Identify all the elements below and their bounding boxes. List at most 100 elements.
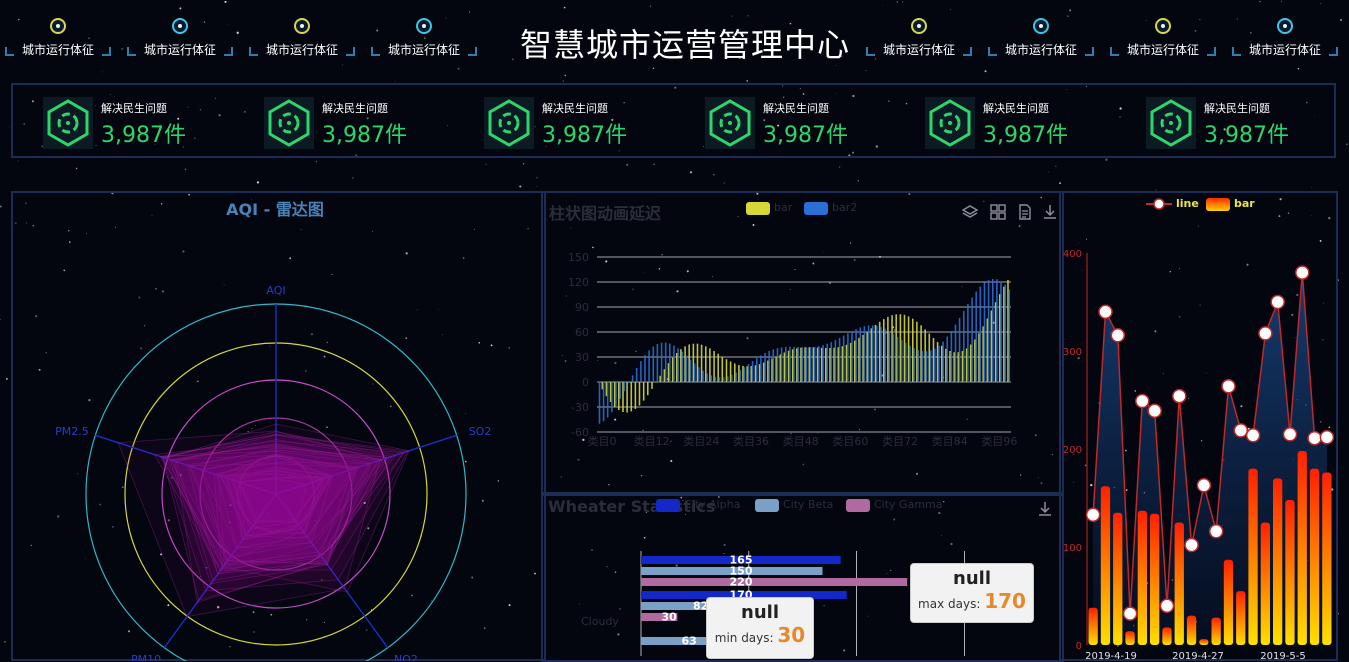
legend-city-alpha[interactable]: City Alpha	[656, 498, 740, 512]
bar-mark[interactable]	[628, 382, 630, 383]
legend-bar2[interactable]: bar2	[804, 201, 857, 215]
linebar-bar-mark[interactable]	[1113, 513, 1122, 645]
bar-mark[interactable]	[607, 382, 609, 418]
bar-mark[interactable]	[777, 348, 779, 382]
bar-mark[interactable]	[701, 345, 703, 382]
bar-mark[interactable]	[880, 327, 882, 382]
bar-mark[interactable]	[971, 298, 973, 383]
bar-mark[interactable]	[843, 336, 845, 382]
linebar-line-point[interactable]	[1210, 525, 1223, 538]
bar-mark[interactable]	[665, 343, 667, 382]
bar-mark[interactable]	[781, 347, 783, 382]
linebar-line-point[interactable]	[1308, 432, 1321, 445]
linebar-line-point[interactable]	[1124, 607, 1137, 620]
bar-mark[interactable]	[887, 317, 889, 382]
bar-mark[interactable]	[963, 311, 965, 382]
bar-mark[interactable]	[661, 343, 663, 382]
bar-mark[interactable]	[926, 351, 928, 382]
bar-mark[interactable]	[806, 347, 808, 382]
bar-mark[interactable]	[673, 346, 675, 382]
linebar-line-point[interactable]	[1259, 327, 1272, 340]
bar-mark[interactable]	[706, 373, 708, 382]
bar-mark[interactable]	[810, 347, 812, 382]
linebar-bar-mark[interactable]	[1125, 631, 1134, 645]
linebar-bar-mark[interactable]	[1322, 473, 1331, 646]
vital-sign-indicator[interactable]: 城市运行体征	[1232, 14, 1338, 64]
linebar-line-point[interactable]	[1296, 266, 1309, 279]
bar-mark[interactable]	[690, 360, 692, 382]
document-icon[interactable]	[1017, 204, 1033, 220]
linebar-bar-mark[interactable]	[1285, 500, 1294, 645]
hbar-mark[interactable]	[641, 578, 907, 586]
bar-mark[interactable]	[742, 366, 744, 382]
legend-city-gamma[interactable]: City Gamma	[846, 498, 943, 512]
bar-mark[interactable]	[930, 350, 932, 382]
bar-mark[interactable]	[884, 329, 886, 382]
download-icon[interactable]	[1037, 501, 1053, 517]
bar-mark[interactable]	[659, 376, 661, 382]
linebar-line-point[interactable]	[1247, 429, 1260, 442]
linebar-bar-mark[interactable]	[1175, 523, 1184, 646]
bar-mark[interactable]	[955, 325, 957, 382]
bar-mark[interactable]	[889, 331, 891, 382]
linebar-line-point[interactable]	[1099, 305, 1112, 318]
linebar-bar-mark[interactable]	[1101, 486, 1110, 645]
legend-bar[interactable]: bar	[746, 201, 792, 215]
bar-mark[interactable]	[992, 279, 994, 382]
linebar-bar-mark[interactable]	[1187, 616, 1196, 645]
linebar-line-point[interactable]	[1197, 479, 1210, 492]
bar-mark[interactable]	[831, 342, 833, 382]
bar-mark[interactable]	[802, 347, 804, 382]
bar-mark[interactable]	[739, 370, 741, 382]
linebar-line-point[interactable]	[1234, 424, 1247, 437]
linebar-bar-mark[interactable]	[1273, 478, 1282, 645]
bar-mark[interactable]	[996, 279, 998, 382]
bar-mark[interactable]	[804, 347, 806, 382]
linebar-bar-mark[interactable]	[1310, 469, 1319, 645]
bar-mark[interactable]	[917, 350, 919, 382]
vital-sign-indicator[interactable]: 城市运行体征	[249, 14, 355, 64]
bar-mark[interactable]	[784, 353, 786, 383]
bar-mark[interactable]	[694, 364, 696, 383]
bar-mark[interactable]	[715, 377, 717, 382]
linebar-line-point[interactable]	[1222, 380, 1235, 393]
vital-sign-indicator[interactable]: 城市运行体征	[1110, 14, 1216, 64]
bar-mark[interactable]	[942, 342, 944, 382]
bar-mark[interactable]	[929, 334, 931, 382]
bar-mark[interactable]	[855, 329, 857, 382]
bar-mark[interactable]	[648, 350, 650, 382]
linebar-bar-mark[interactable]	[1298, 451, 1307, 645]
bar-mark[interactable]	[826, 344, 828, 382]
bar-mark[interactable]	[946, 337, 948, 382]
bar-mark[interactable]	[1009, 290, 1011, 383]
bar-mark[interactable]	[611, 382, 613, 412]
bar-mark[interactable]	[876, 326, 878, 382]
bar-mark[interactable]	[680, 349, 682, 382]
bar-mark[interactable]	[636, 368, 638, 382]
vital-sign-indicator[interactable]: 城市运行体征	[5, 14, 111, 64]
bar-mark[interactable]	[913, 348, 915, 382]
linebar-line-point[interactable]	[1087, 508, 1100, 521]
bar-mark[interactable]	[635, 382, 637, 409]
bar-mark[interactable]	[814, 347, 816, 382]
bar-mark[interactable]	[938, 346, 940, 382]
bar-mark[interactable]	[793, 347, 795, 382]
bar-mark[interactable]	[868, 326, 870, 383]
bar-mark[interactable]	[710, 375, 712, 382]
linebar-line-point[interactable]	[1148, 404, 1161, 417]
bar-mark[interactable]	[639, 382, 641, 405]
vital-sign-indicator[interactable]: 城市运行体征	[988, 14, 1094, 64]
layers-icon[interactable]	[962, 204, 978, 220]
bar-mark[interactable]	[949, 351, 951, 382]
bar-mark[interactable]	[872, 325, 874, 382]
bar-mark[interactable]	[847, 333, 849, 382]
linebar-line-point[interactable]	[1136, 395, 1149, 408]
bar-mark[interactable]	[980, 287, 982, 382]
bar-mark[interactable]	[618, 382, 620, 410]
linebar-bar-mark[interactable]	[1138, 511, 1147, 645]
linebar-bar-mark[interactable]	[1199, 639, 1208, 645]
bar-mark[interactable]	[752, 361, 754, 382]
bar-mark[interactable]	[959, 318, 961, 382]
bar-mark[interactable]	[860, 327, 862, 382]
bar-mark[interactable]	[599, 382, 601, 424]
